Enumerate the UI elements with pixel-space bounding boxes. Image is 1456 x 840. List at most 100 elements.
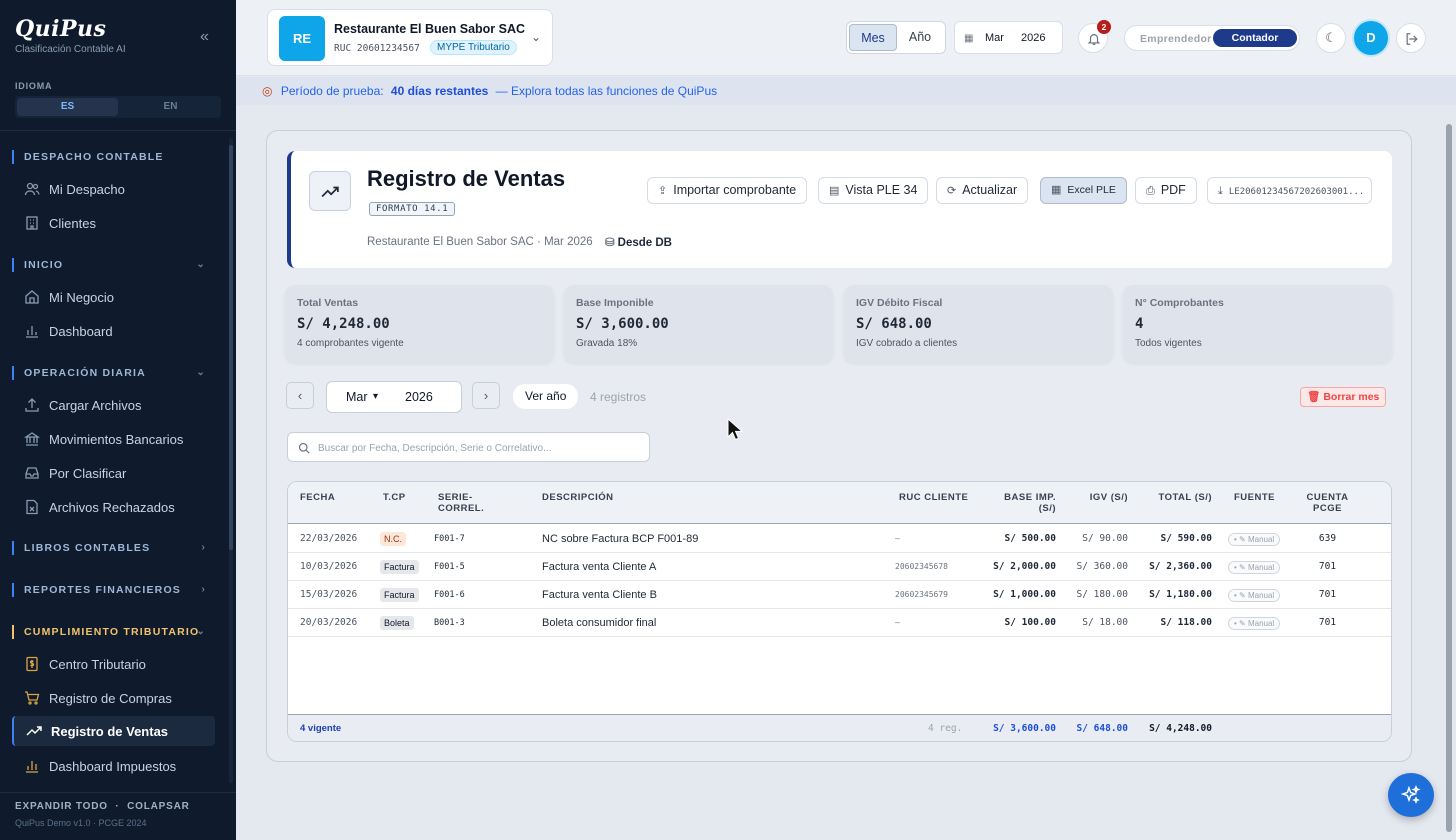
section-title: REPORTES FINANCIEROS — [24, 584, 182, 596]
col-base[interactable]: BASE IMP. (S/) — [988, 492, 1056, 514]
cell-cuenta: 701 — [1318, 589, 1337, 600]
sidebar-item-archivos-rechazados[interactable]: Archivos Rechazados — [12, 492, 215, 522]
section-reportes-financieros[interactable]: REPORTES FINANCIEROS › — [12, 583, 212, 597]
next-month-button[interactable]: › — [472, 382, 500, 409]
sidebar-item-mi-despacho[interactable]: Mi Despacho — [12, 174, 215, 204]
page-header: Registro de Ventas FORMATO 14.1 Restaura… — [287, 151, 1392, 268]
cell-ruc: – — [895, 618, 900, 627]
cell-tcp-badge: Boleta — [380, 616, 414, 630]
sidebar-item-dashboard-impuestos[interactable]: Dashboard Impuestos — [12, 751, 215, 781]
col-cuenta[interactable]: CUENTA PCGE — [1305, 492, 1350, 514]
ple-view-label: Vista PLE 34 — [845, 183, 918, 197]
kpi-note: Gravada 18% — [576, 338, 638, 349]
footer-status: 4 vigente — [300, 723, 342, 734]
sidebar-item-registro-compras[interactable]: Registro de Compras — [12, 683, 215, 713]
col-fuente[interactable]: FUENTE — [1234, 492, 1275, 503]
pdf-button[interactable]: ⎙ PDF — [1135, 177, 1197, 204]
footer-total: S/ 4,248.00 — [1149, 723, 1212, 734]
notifications-button[interactable]: 2 — [1078, 20, 1111, 53]
col-ruc-cliente[interactable]: RUC CLIENTE — [899, 492, 968, 503]
kpi-note: IGV cobrado a clientes — [856, 338, 958, 349]
trial-message: — Explora todas las funciones de QuiPus — [495, 84, 718, 98]
ple-view-button[interactable]: ▤ Vista PLE 34 — [818, 177, 929, 204]
cell-igv: S/ 18.00 — [1082, 617, 1128, 628]
sidebar-item-movimientos-bancarios[interactable]: Movimientos Bancarios — [12, 424, 215, 454]
search-input[interactable] — [318, 439, 638, 457]
sidebar-scrollbar-thumb[interactable] — [229, 145, 233, 550]
bar-chart-icon — [26, 326, 38, 338]
section-cumplimiento-tributario[interactable]: CUMPLIMIENTO TRIBUTARIO ⌄ — [12, 625, 212, 639]
sidebar-item-clientes[interactable]: Clientes — [12, 208, 215, 238]
cell-serie: F001-6 — [434, 590, 465, 600]
logout-button[interactable] — [1396, 23, 1426, 53]
excel-ple-button[interactable]: ▦ Excel PLE — [1040, 177, 1127, 204]
table-row[interactable]: 22/03/2026 N.C. F001-7 NC sobre Factura … — [288, 525, 1391, 553]
kpi-label: N° Comprobantes — [1135, 297, 1224, 309]
page-icon — [309, 171, 351, 211]
upload-icon: ⇪ — [658, 185, 668, 197]
page-subtitle: Restaurante El Buen Sabor SAC · Mar 2026 — [367, 236, 593, 248]
col-descripcion[interactable]: DESCRIPCIÓN — [542, 492, 613, 503]
period-option-mes[interactable]: Mes — [849, 24, 897, 51]
view-year-button[interactable]: Ver año — [513, 384, 579, 409]
delete-month-button[interactable]: 🗑 Borrar mes — [1300, 387, 1387, 407]
col-igv[interactable]: IGV (S/) — [1068, 492, 1128, 503]
section-inicio[interactable]: INICIO ⌄ — [12, 258, 212, 272]
collapse-sidebar-icon[interactable]: « — [200, 28, 209, 46]
month-year-selector[interactable]: Mar ▾ 2026 — [326, 381, 462, 413]
table-row[interactable]: 10/03/2026 Factura F001-5 Factura venta … — [288, 553, 1391, 581]
company-selector[interactable]: RE Restaurante El Buen Sabor SAC RUC 206… — [267, 9, 553, 66]
prev-month-button[interactable]: ‹ — [286, 382, 314, 409]
refresh-label: Actualizar — [962, 183, 1018, 197]
theme-toggle-moon-icon[interactable]: ☾ — [1316, 23, 1346, 53]
role-option-emprendedor[interactable]: Emprendedor — [1140, 33, 1212, 45]
kpi-label: Total Ventas — [297, 297, 359, 309]
section-despacho-contable[interactable]: DESPACHO CONTABLE — [12, 150, 212, 164]
user-avatar[interactable]: D — [1354, 21, 1388, 55]
search-icon — [298, 442, 310, 454]
table-row[interactable]: 15/03/2026 Factura F001-6 Factura venta … — [288, 581, 1391, 609]
period-date-picker[interactable]: ▦ Mar 2026 — [954, 21, 1063, 54]
section-libros-contables[interactable]: LIBROS CONTABLES › — [12, 541, 212, 555]
expand-all-button[interactable]: EXPANDIR TODO — [15, 801, 108, 812]
cell-serie: F001-7 — [434, 534, 465, 544]
sidebar-item-label: Dashboard — [49, 323, 113, 339]
language-label: IDIOMA — [15, 81, 53, 91]
role-option-contador[interactable]: Contador — [1213, 29, 1297, 47]
home-icon — [25, 290, 39, 304]
sidebar-item-label: Mi Negocio — [49, 289, 115, 305]
selected-year: 2026 — [405, 390, 433, 404]
import-receipt-label: Importar comprobante — [673, 183, 797, 197]
col-fecha[interactable]: FECHA — [300, 492, 335, 503]
sidebar-item-label: Dashboard Impuestos — [49, 758, 177, 774]
brand-logo[interactable]: QuiPus — [15, 16, 126, 42]
selected-month: Mar — [346, 390, 368, 404]
sidebar-item-registro-ventas[interactable]: Registro de Ventas — [12, 716, 215, 746]
cell-fuente-badge: • ✎ Manual — [1228, 617, 1281, 630]
download-ple-file-button[interactable]: ⤓ LE20601234567202603001... — [1207, 177, 1372, 204]
section-operacion-diaria[interactable]: OPERACIÓN DIARIA ⌄ — [12, 366, 212, 380]
language-option-es[interactable]: ES — [17, 98, 118, 116]
sidebar-item-centro-tributario[interactable]: Centro Tributario — [12, 649, 215, 679]
kpi-igv-debito: IGV Débito Fiscal S/ 648.00 IGV cobrado … — [844, 285, 1113, 362]
records-count: 4 registros — [590, 390, 647, 404]
table-row[interactable]: 20/03/2026 Boleta B001-3 Boleta consumid… — [288, 609, 1391, 637]
col-tcp[interactable]: T.CP — [383, 492, 406, 503]
period-option-ano[interactable]: Año — [897, 24, 943, 51]
chevron-right-icon: › — [201, 542, 206, 553]
col-serie[interactable]: SERIE- CORREL. — [438, 492, 484, 514]
sidebar-item-dashboard[interactable]: Dashboard — [12, 316, 215, 346]
sidebar-item-label: Movimientos Bancarios — [49, 431, 184, 447]
page-scrollbar[interactable] — [1444, 112, 1452, 832]
page-scrollbar-thumb[interactable] — [1446, 124, 1452, 832]
sidebar-item-por-clasificar[interactable]: Por Clasificar — [12, 458, 215, 488]
col-total[interactable]: TOTAL (S/) — [1138, 492, 1212, 503]
refresh-button[interactable]: ⟳ Actualizar — [936, 177, 1029, 204]
import-receipt-button[interactable]: ⇪ Importar comprobante — [647, 177, 808, 204]
language-option-en[interactable]: EN — [120, 96, 221, 118]
ai-assistant-button[interactable] — [1388, 773, 1434, 817]
sidebar-item-mi-negocio[interactable]: Mi Negocio — [12, 282, 215, 312]
sidebar-item-label: Por Clasificar — [49, 465, 127, 481]
sidebar-item-cargar-archivos[interactable]: Cargar Archivos — [12, 390, 215, 420]
collapse-all-button[interactable]: COLAPSAR — [127, 801, 190, 812]
